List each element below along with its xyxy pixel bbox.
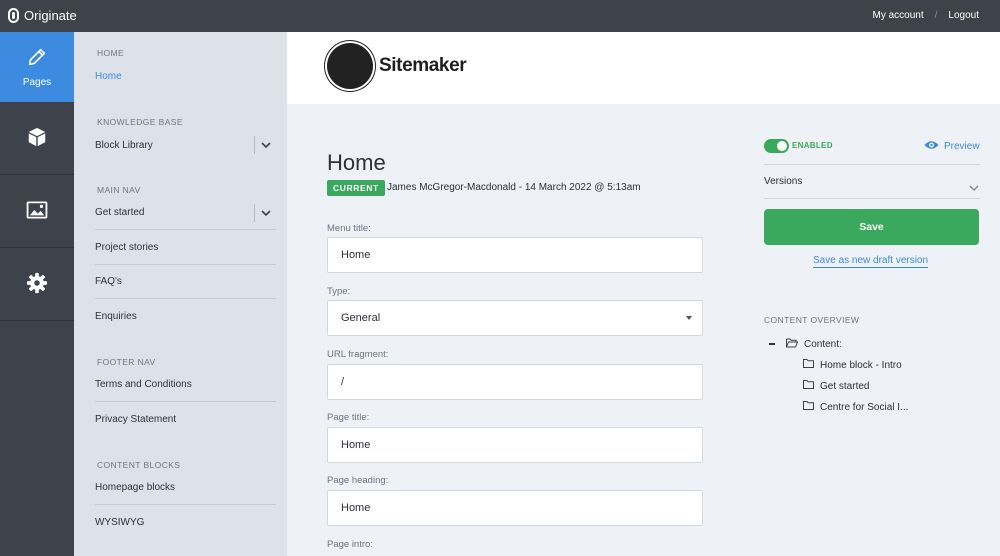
brand-name: Originate bbox=[24, 8, 77, 23]
rail-item-settings[interactable] bbox=[0, 251, 74, 321]
page-item-enquiries[interactable]: Enquiries bbox=[95, 299, 276, 333]
page-item-get-started[interactable]: Get started bbox=[95, 196, 276, 230]
page-title-input[interactable]: Home bbox=[327, 427, 703, 463]
rail-item-pages[interactable]: Pages bbox=[0, 32, 74, 102]
url-fragment-input[interactable]: / bbox=[327, 364, 703, 400]
top-bar: Originate My account / Logout bbox=[0, 0, 1000, 32]
tree-item[interactable]: Centre for Social I... bbox=[803, 401, 908, 413]
section-title-footer-nav: FOOTER NAV bbox=[97, 357, 156, 367]
tree-root[interactable]: Content: bbox=[786, 338, 842, 351]
page-item-wysiwyg[interactable]: WYSIWYG bbox=[95, 505, 276, 539]
page-item-block-library[interactable]: Block Library bbox=[95, 128, 276, 162]
tree-item[interactable]: Get started bbox=[803, 380, 869, 392]
page-item-privacy[interactable]: Privacy Statement bbox=[95, 402, 276, 436]
rail-item-blocks[interactable] bbox=[0, 105, 74, 175]
tree-item-label: Home block - Intro bbox=[820, 359, 902, 371]
collapse-icon[interactable] bbox=[769, 343, 775, 345]
preview-label: Preview bbox=[944, 141, 980, 152]
page-intro-label: Page intro: bbox=[327, 539, 373, 550]
page-heading-input[interactable]: Home bbox=[327, 490, 703, 526]
icon-rail: Pages bbox=[0, 32, 74, 556]
save-button[interactable]: Save bbox=[764, 209, 979, 245]
eye-icon bbox=[924, 140, 944, 153]
section-title-knowledge-base: KNOWLEDGE BASE bbox=[97, 117, 183, 127]
chevron-down-icon[interactable] bbox=[969, 178, 979, 196]
folder-icon bbox=[803, 380, 820, 392]
page-title-label: Page title: bbox=[327, 412, 370, 423]
page-meta: James McGregor-Macdonald - 14 March 2022… bbox=[387, 182, 641, 193]
page-item-label: Block Library bbox=[95, 139, 153, 151]
divider bbox=[764, 164, 980, 165]
tree-item[interactable]: Home block - Intro bbox=[803, 359, 902, 371]
page-item-homepage-blocks[interactable]: Homepage blocks bbox=[95, 471, 276, 505]
image-icon bbox=[26, 201, 48, 224]
save-draft-link[interactable]: Save as new draft version bbox=[813, 255, 929, 268]
versions-toggle[interactable]: Versions bbox=[764, 176, 802, 187]
site-header: Sitemaker bbox=[287, 32, 1000, 104]
cube-icon bbox=[26, 126, 48, 153]
type-select-value: General bbox=[341, 312, 381, 324]
caret-down-icon bbox=[686, 316, 692, 320]
page-list-sidebar: HOME Home KNOWLEDGE BASE Block Library M… bbox=[74, 32, 287, 556]
page-heading-label: Page heading: bbox=[327, 475, 389, 486]
page-item-faqs[interactable]: FAQ's bbox=[95, 265, 276, 299]
section-title-main-nav: MAIN NAV bbox=[97, 185, 141, 195]
gear-icon bbox=[26, 272, 48, 299]
divider bbox=[764, 198, 980, 199]
enabled-label: ENABLED bbox=[792, 141, 833, 150]
type-label: Type: bbox=[327, 286, 351, 297]
brand-logo-icon bbox=[8, 8, 19, 23]
logout-link[interactable]: Logout bbox=[948, 10, 979, 21]
chevron-down-icon[interactable] bbox=[254, 204, 276, 222]
tree-item-label: Get started bbox=[820, 380, 870, 392]
page-title: Home bbox=[327, 150, 386, 175]
status-badge: CURRENT bbox=[327, 180, 385, 196]
tree-root-label: Content: bbox=[804, 339, 842, 350]
menu-title-input[interactable]: Home bbox=[327, 237, 703, 273]
page-item-home[interactable]: Home bbox=[95, 59, 276, 93]
url-fragment-label: URL fragment: bbox=[327, 349, 389, 360]
pencil-icon bbox=[26, 46, 48, 73]
link-separator: / bbox=[934, 10, 938, 21]
my-account-link[interactable]: My account bbox=[872, 10, 923, 21]
folder-open-icon bbox=[786, 338, 804, 351]
site-logo-text: Sitemaker bbox=[379, 55, 467, 76]
folder-icon bbox=[803, 401, 820, 413]
rail-item-media[interactable] bbox=[0, 178, 74, 248]
chevron-down-icon[interactable] bbox=[254, 136, 276, 154]
site-logo-icon bbox=[327, 43, 373, 89]
enabled-toggle[interactable] bbox=[764, 139, 789, 153]
section-title-home: HOME bbox=[97, 48, 125, 58]
tree-item-label: Centre for Social I... bbox=[820, 401, 909, 413]
page-item-project-stories[interactable]: Project stories bbox=[95, 231, 276, 265]
menu-title-label: Menu title: bbox=[327, 223, 371, 234]
brand[interactable]: Originate bbox=[8, 8, 77, 23]
account-links: My account / Logout bbox=[872, 10, 979, 21]
preview-link[interactable]: Preview bbox=[924, 140, 980, 153]
rail-pages-label: Pages bbox=[22, 77, 52, 88]
section-title-content-blocks: CONTENT BLOCKS bbox=[97, 460, 181, 470]
page-item-label: Get started bbox=[95, 207, 145, 218]
type-select[interactable]: General bbox=[327, 300, 703, 336]
page-item-terms[interactable]: Terms and Conditions bbox=[95, 368, 276, 402]
content-overview-title: CONTENT OVERVIEW bbox=[764, 315, 860, 325]
folder-icon bbox=[803, 359, 820, 371]
